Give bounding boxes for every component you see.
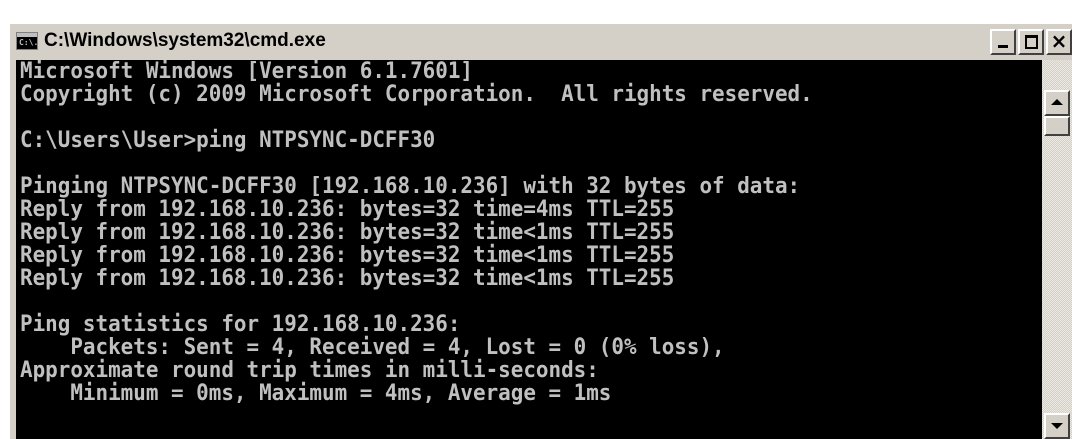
scrollbar-thumb[interactable] xyxy=(1044,116,1070,136)
console-line: Reply from 192.168.10.236: bytes=32 time… xyxy=(20,266,675,291)
cmd-icon-bar xyxy=(17,33,37,37)
console-line: Reply from 192.168.10.236: bytes=32 time… xyxy=(20,197,675,222)
console-line: Pinging NTPSYNC-DCFF30 [192.168.10.236] … xyxy=(20,174,801,199)
console-output[interactable]: Microsoft Windows [Version 6.1.7601] Cop… xyxy=(16,60,1042,439)
window-controls: × xyxy=(988,29,1072,55)
console-line: Copyright (c) 2009 Microsoft Corporation… xyxy=(20,82,813,107)
console-line: Reply from 192.168.10.236: bytes=32 time… xyxy=(20,243,675,268)
console-line: Ping statistics for 192.168.10.236: xyxy=(20,312,461,337)
title-bar[interactable]: C:\. C:\Windows\system32\cmd.exe × xyxy=(10,24,1072,60)
console-lines: Microsoft Windows [Version 6.1.7601] Cop… xyxy=(20,60,854,428)
close-icon: × xyxy=(1050,29,1068,53)
console-line: C:\Users\User>ping NTPSYNC-DCFF30 xyxy=(20,128,436,153)
close-button[interactable]: × xyxy=(1046,29,1072,55)
vertical-scrollbar[interactable] xyxy=(1042,60,1072,439)
console-line: Packets: Sent = 4, Received = 4, Lost = … xyxy=(20,335,725,360)
window-title: C:\Windows\system32\cmd.exe xyxy=(44,30,326,51)
console-line: Microsoft Windows [Version 6.1.7601] xyxy=(20,60,473,84)
minimize-button[interactable] xyxy=(990,29,1016,55)
console-line: Approximate round trip times in milli-se… xyxy=(20,358,599,383)
console-line: Reply from 192.168.10.236: bytes=32 time… xyxy=(20,220,675,245)
cmd-window: C:\. C:\Windows\system32\cmd.exe × Micro… xyxy=(10,24,1072,439)
scroll-up-arrow-icon[interactable] xyxy=(1044,90,1070,116)
scroll-down-arrow-icon[interactable] xyxy=(1044,413,1070,439)
console-line: Minimum = 0ms, Maximum = 4ms, Average = … xyxy=(20,381,612,406)
maximize-button[interactable] xyxy=(1018,29,1044,55)
cmd-icon-text: C:\. xyxy=(19,38,39,47)
cmd-icon[interactable]: C:\. xyxy=(16,32,38,50)
